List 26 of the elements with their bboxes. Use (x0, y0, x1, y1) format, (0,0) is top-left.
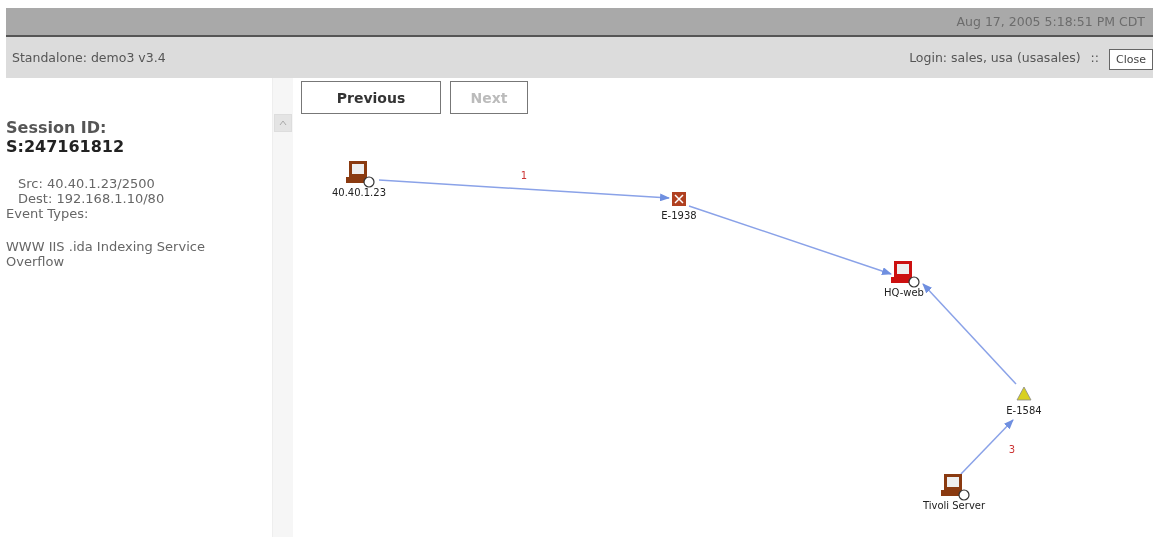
session-title: Session ID: (6, 118, 108, 137)
session-id: S:247161812 (6, 137, 126, 156)
node-label: 40.40.1.23 (331, 187, 387, 198)
warning-icon[interactable] (1016, 386, 1032, 401)
event-types-label: Event Types: (6, 206, 90, 221)
edge-label: 3 (1008, 444, 1016, 455)
close-button[interactable]: Close (1109, 49, 1153, 70)
separator: :: (1090, 50, 1100, 65)
node-label: E-1584 (1006, 405, 1042, 416)
node-label: Tivoli Server (922, 500, 986, 511)
computer-icon[interactable] (346, 161, 375, 188)
event-type: WWW IIS .ida Indexing Service Overflow (6, 239, 206, 269)
previous-button[interactable]: Previous (301, 81, 441, 114)
error-icon[interactable] (672, 192, 686, 206)
connector-arrow (960, 419, 1014, 475)
computer-icon[interactable] (941, 474, 970, 501)
login-info: Login: sales, usa (usasales) (909, 50, 1081, 65)
source-address: Src: 40.40.1.23/2500 (17, 176, 156, 191)
node-label: HQ-web (884, 287, 924, 298)
timestamp: Aug 17, 2005 5:18:51 PM CDT (956, 14, 1145, 29)
edge-label: 1 (520, 170, 528, 181)
destination-address: Dest: 192.168.1.10/80 (17, 191, 166, 206)
scrollbar[interactable] (272, 78, 293, 537)
node-label: E-1938 (661, 210, 697, 221)
app-version: Standalone: demo3 v3.4 (12, 50, 166, 65)
computer-icon[interactable] (891, 261, 920, 288)
